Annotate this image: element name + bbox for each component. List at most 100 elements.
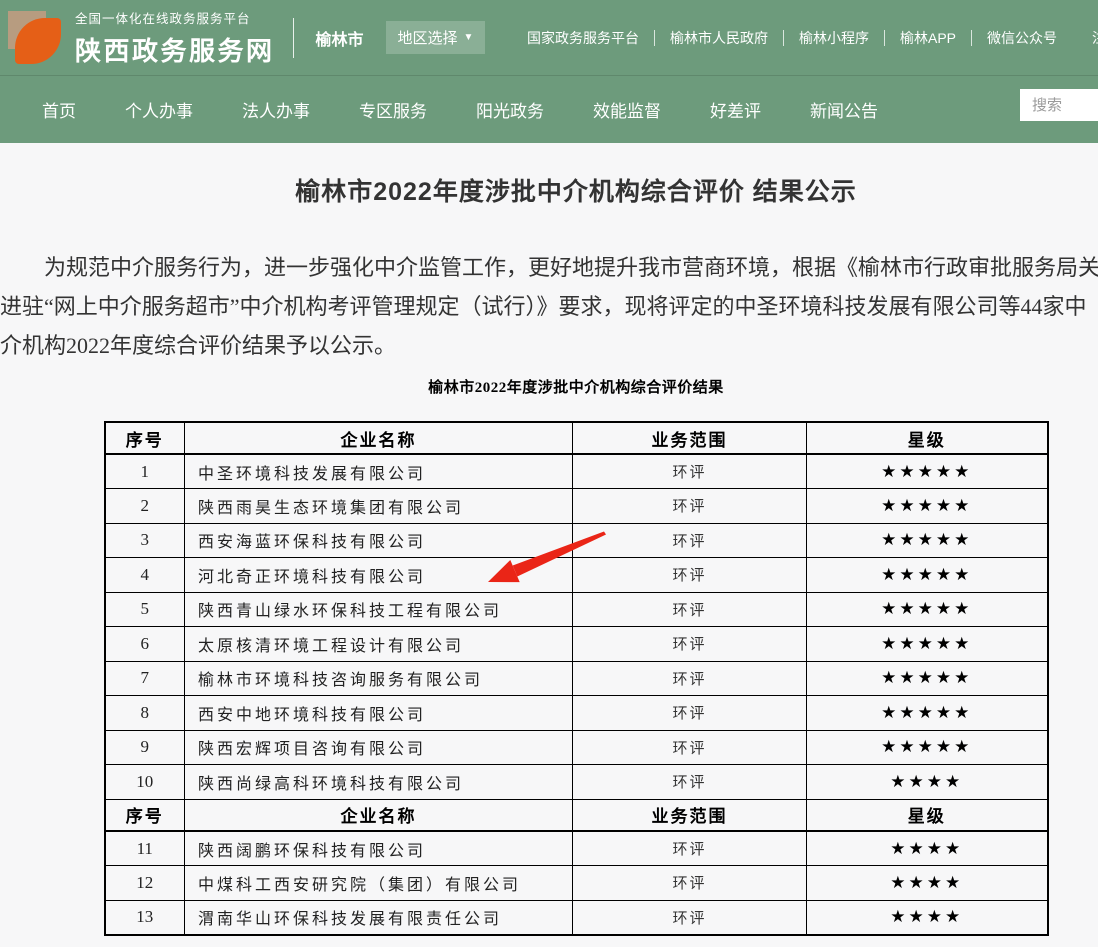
header-divider [293, 18, 294, 58]
table-row: 2陕西雨昊生态环境集团有限公司环评★★★★★ [105, 489, 1048, 524]
current-city-label: 榆林市 [316, 26, 364, 50]
cell-no: 4 [105, 558, 185, 593]
site-name: 陕西政务服务网 [75, 31, 275, 68]
site-logo-icon [8, 11, 62, 65]
nav-item-corporate[interactable]: 法人办事 [242, 97, 310, 122]
cell-stars: ★★★★★ [807, 696, 1048, 731]
nav-item-personal[interactable]: 个人办事 [125, 97, 193, 122]
cell-stars: ★★★★★ [807, 489, 1048, 524]
cell-name: 陕西尚绿高科环境科技有限公司 [185, 765, 573, 800]
nav-item-home[interactable]: 首页 [42, 97, 76, 122]
cell-scope: 环评 [573, 661, 807, 696]
cell-scope: 环评 [573, 866, 807, 901]
link-app[interactable]: 榆林APP [885, 30, 972, 46]
cell-stars: ★★★★★ [807, 592, 1048, 627]
cell-name: 西安海蓝环保科技有限公司 [185, 523, 573, 558]
nav-item-news[interactable]: 新闻公告 [810, 97, 878, 122]
cell-scope: 环评 [573, 489, 807, 524]
cell-name: 中圣环境科技发展有限公司 [185, 454, 573, 489]
cell-name: 渭南华山环保科技发展有限责任公司 [185, 900, 573, 935]
cell-no: 7 [105, 661, 185, 696]
chevron-down-icon: ▼ [464, 32, 474, 43]
cell-scope: 环评 [573, 558, 807, 593]
platform-tagline: 全国一体化在线政务服务平台 [75, 8, 275, 27]
nav-item-rating[interactable]: 好差评 [710, 97, 761, 122]
page-title: 榆林市2022年度涉批中介机构综合评价 结果公示 [0, 172, 1098, 208]
cell-name: 西安中地环境科技有限公司 [185, 696, 573, 731]
cell-stars: ★★★★ [807, 765, 1048, 800]
paragraph-line: 进驻“网上中介服务超市”中介机构考评管理规定（试行）》要求，现将评定的中圣环境科… [0, 287, 1098, 326]
cell-stars: ★★★★★ [807, 661, 1048, 696]
table-header-row: 序号企业名称业务范围星级 [105, 422, 1048, 454]
link-city-government[interactable]: 榆林市人民政府 [655, 30, 784, 46]
cell-stars: ★★★★★ [807, 730, 1048, 765]
cell-stars: ★★★★ [807, 866, 1048, 901]
nav-item-special-zone[interactable]: 专区服务 [359, 97, 427, 122]
cell-no: 6 [105, 627, 185, 662]
column-header: 序号 [105, 799, 185, 831]
table-row: 5陕西青山绿水环保科技工程有限公司环评★★★★★ [105, 592, 1048, 627]
paragraph-line: 介机构2022年度综合评价结果予以公示。 [0, 326, 1098, 365]
table-row: 6太原核清环境工程设计有限公司环评★★★★★ [105, 627, 1048, 662]
site-header: 全国一体化在线政务服务平台 陕西政务服务网 榆林市 地区选择 ▼ 国家政务服务平… [0, 0, 1098, 75]
cell-scope: 环评 [573, 454, 807, 489]
table-row: 13渭南华山环保科技发展有限责任公司环评★★★★ [105, 900, 1048, 935]
column-header: 企业名称 [185, 799, 573, 831]
table-row: 4河北奇正环境科技有限公司环评★★★★★ [105, 558, 1048, 593]
table-row: 12中煤科工西安研究院（集团）有限公司环评★★★★ [105, 866, 1048, 901]
register-link[interactable]: 注册 [1092, 28, 1098, 48]
table-row: 10陕西尚绿高科环境科技有限公司环评★★★★ [105, 765, 1048, 800]
cell-scope: 环评 [573, 730, 807, 765]
cell-scope: 环评 [573, 900, 807, 935]
column-header: 序号 [105, 422, 185, 454]
table-row: 9陕西宏辉项目咨询有限公司环评★★★★★ [105, 730, 1048, 765]
cell-name: 河北奇正环境科技有限公司 [185, 558, 573, 593]
column-header: 业务范围 [573, 422, 807, 454]
cell-no: 3 [105, 523, 185, 558]
cell-no: 5 [105, 592, 185, 627]
header-links: 国家政务服务平台 榆林市人民政府 榆林小程序 榆林APP 微信公众号 [512, 30, 1072, 46]
column-header: 业务范围 [573, 799, 807, 831]
cell-no: 2 [105, 489, 185, 524]
cell-stars: ★★★★★ [807, 558, 1048, 593]
search-input[interactable] [1020, 89, 1098, 121]
cell-scope: 环评 [573, 831, 807, 866]
cell-stars: ★★★★ [807, 900, 1048, 935]
cell-no: 1 [105, 454, 185, 489]
cell-name: 中煤科工西安研究院（集团）有限公司 [185, 866, 573, 901]
column-header: 企业名称 [185, 422, 573, 454]
cell-scope: 环评 [573, 765, 807, 800]
nav-item-supervision[interactable]: 效能监督 [593, 97, 661, 122]
cell-no: 10 [105, 765, 185, 800]
table-row: 11陕西阔鹏环保科技有限公司环评★★★★ [105, 831, 1048, 866]
table-row: 1中圣环境科技发展有限公司环评★★★★★ [105, 454, 1048, 489]
link-wechat[interactable]: 微信公众号 [972, 30, 1072, 46]
link-national-platform[interactable]: 国家政务服务平台 [512, 30, 655, 46]
paragraph-line: 为规范中介服务行为，进一步强化中介监管工作，更好地提升我市营商环境，根据《榆林市… [0, 248, 1098, 287]
cell-name: 陕西青山绿水环保科技工程有限公司 [185, 592, 573, 627]
cell-scope: 环评 [573, 592, 807, 627]
cell-no: 9 [105, 730, 185, 765]
column-header: 星级 [807, 799, 1048, 831]
nav-item-open-gov[interactable]: 阳光政务 [476, 97, 544, 122]
cell-scope: 环评 [573, 523, 807, 558]
cell-name: 陕西宏辉项目咨询有限公司 [185, 730, 573, 765]
cell-no: 12 [105, 866, 185, 901]
cell-no: 13 [105, 900, 185, 935]
cell-stars: ★★★★ [807, 831, 1048, 866]
table-row: 3西安海蓝环保科技有限公司环评★★★★★ [105, 523, 1048, 558]
cell-name: 陕西雨昊生态环境集团有限公司 [185, 489, 573, 524]
cell-stars: ★★★★★ [807, 454, 1048, 489]
column-header: 星级 [807, 422, 1048, 454]
region-select-button[interactable]: 地区选择 ▼ [386, 21, 486, 54]
link-mini-program[interactable]: 榆林小程序 [784, 30, 885, 46]
cell-scope: 环评 [573, 696, 807, 731]
table-row: 8西安中地环境科技有限公司环评★★★★★ [105, 696, 1048, 731]
cell-name: 陕西阔鹏环保科技有限公司 [185, 831, 573, 866]
evaluation-table: 序号企业名称业务范围星级1中圣环境科技发展有限公司环评★★★★★2陕西雨昊生态环… [104, 421, 1049, 936]
table-caption: 榆林市2022年度涉批中介机构综合评价结果 [0, 376, 1098, 397]
cell-scope: 环评 [573, 627, 807, 662]
cell-name: 太原核清环境工程设计有限公司 [185, 627, 573, 662]
article: 榆林市2022年度涉批中介机构综合评价 结果公示 为规范中介服务行为，进一步强化… [0, 143, 1098, 936]
brand-text: 全国一体化在线政务服务平台 陕西政务服务网 [75, 8, 275, 68]
